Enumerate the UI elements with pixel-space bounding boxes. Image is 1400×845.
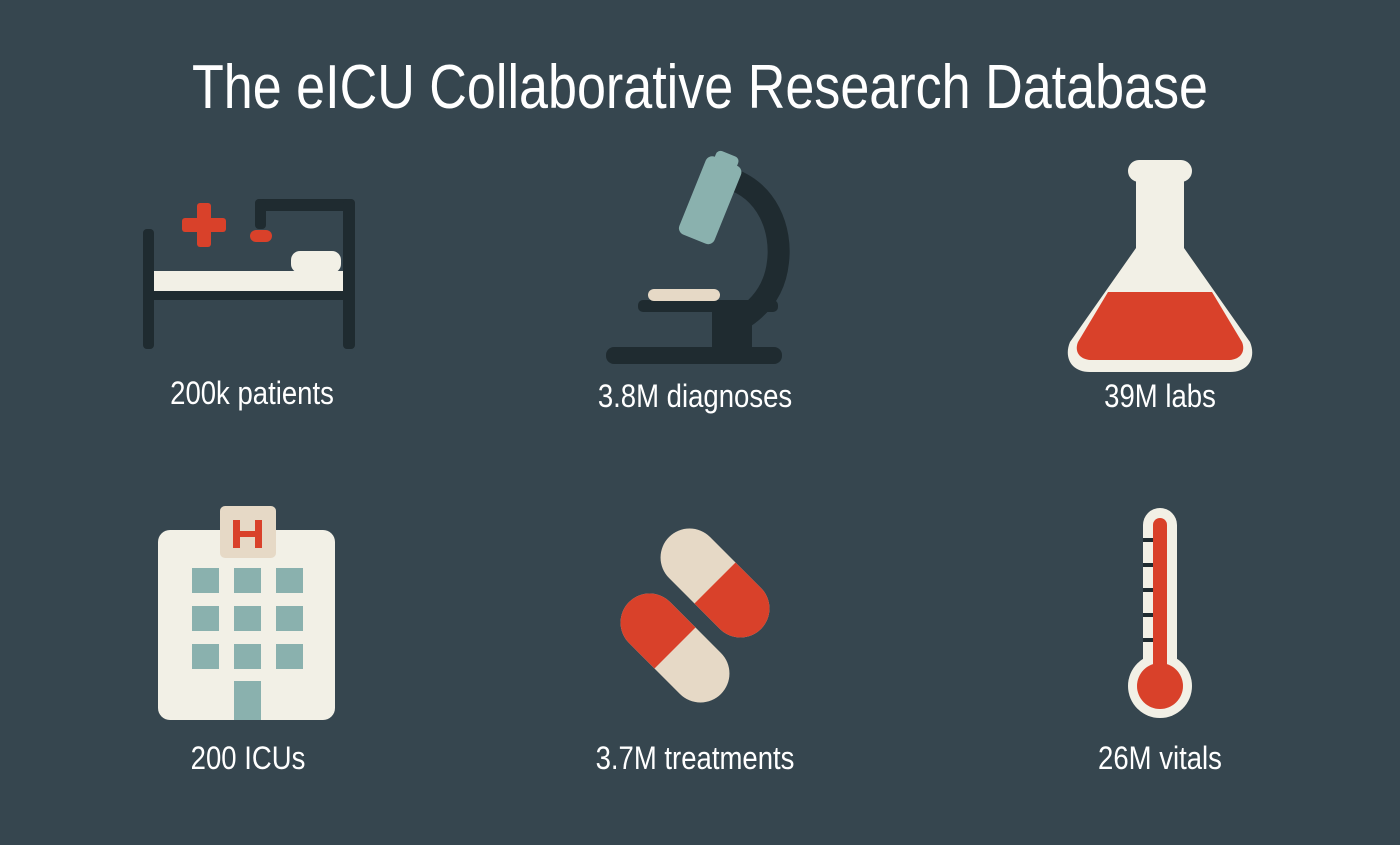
infographic-canvas: The eICU Collaborative Research Database… bbox=[0, 0, 1400, 845]
flask-icon bbox=[1067, 160, 1253, 372]
stat-label-treatments: 3.7M treatments bbox=[595, 740, 795, 776]
stat-label-labs: 39M labs bbox=[1104, 378, 1216, 414]
thermometer-icon bbox=[1128, 508, 1192, 718]
hospital-building-icon bbox=[158, 506, 335, 720]
stat-label-patients: 200k patients bbox=[170, 375, 334, 411]
pills-icon bbox=[620, 528, 770, 703]
stat-label-icus: 200 ICUs bbox=[190, 740, 306, 776]
hospital-bed-icon bbox=[143, 199, 355, 349]
stat-label-vitals: 26M vitals bbox=[1098, 740, 1222, 776]
stat-label-diagnoses: 3.8M diagnoses bbox=[597, 378, 793, 414]
microscope-icon bbox=[606, 150, 790, 364]
page-title: The eICU Collaborative Research Database bbox=[191, 53, 1209, 122]
